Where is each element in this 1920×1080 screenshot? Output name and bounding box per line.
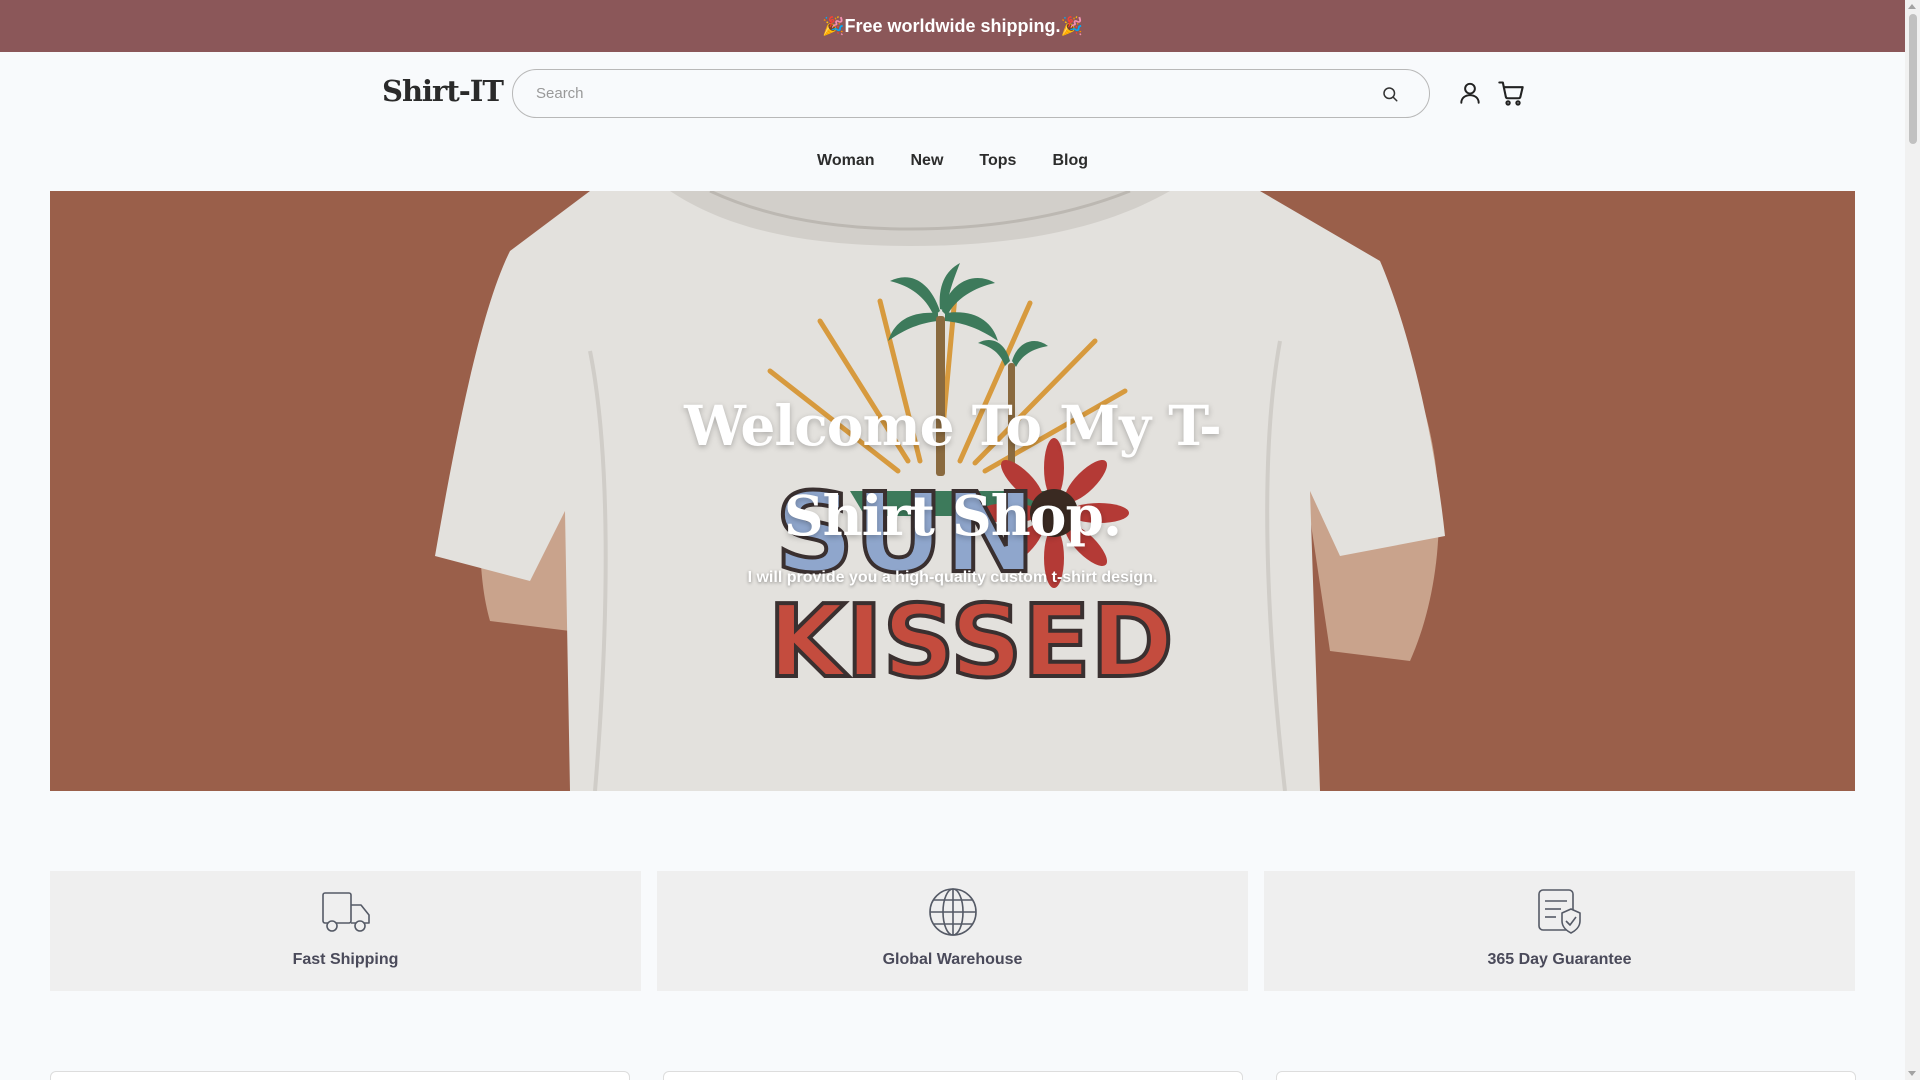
product-card[interactable] <box>50 1071 630 1080</box>
shirt-print-kissed: KISSED <box>768 583 1174 700</box>
product-card[interactable] <box>1276 1071 1856 1080</box>
hero-title: Welcome To My T-Shirt Shop. <box>684 393 1222 548</box>
scroll-up-arrow-icon[interactable] <box>1908 4 1916 9</box>
hero-subtitle: I will provide you a high-quality custom… <box>747 569 1158 586</box>
truck-icon <box>321 892 370 932</box>
features-row: Fast Shipping Global Warehouse 365 Day G… <box>50 871 1855 991</box>
cart-icon[interactable] <box>1497 79 1525 107</box>
nav-item-blog[interactable]: Blog <box>1052 152 1088 170</box>
globe-icon <box>928 888 977 936</box>
search-input[interactable] <box>536 85 1356 102</box>
announcement-text: Free worldwide shipping. <box>844 15 1061 36</box>
nav-item-woman[interactable]: Woman <box>817 152 874 170</box>
product-card[interactable] <box>663 1071 1243 1080</box>
feature-label: 365 Day Guarantee <box>1487 951 1632 968</box>
main-nav: Woman New Tops Blog <box>0 152 1905 170</box>
page-scrollbar[interactable] <box>1905 0 1920 1080</box>
party-popper-icon: 🎉 <box>822 15 845 36</box>
guarantee-icon <box>1537 889 1581 934</box>
site-logo[interactable]: Shirt-IT <box>382 74 504 108</box>
product-cards-row <box>50 1071 1856 1080</box>
site-header: Shirt-IT Woman New Tops Blog <box>0 52 1905 192</box>
feature-fast-shipping: Fast Shipping <box>50 871 641 991</box>
user-icon[interactable] <box>1457 80 1483 106</box>
nav-item-tops[interactable]: Tops <box>979 152 1016 170</box>
party-popper-icon: 🎉 <box>1060 15 1083 36</box>
nav-item-new[interactable]: New <box>911 152 944 170</box>
scroll-down-arrow-icon[interactable] <box>1908 1071 1916 1076</box>
search-bar <box>512 69 1430 118</box>
hero-text: Welcome To My T-Shirt Shop. I will provi… <box>50 381 1855 587</box>
feature-label: Global Warehouse <box>882 951 1023 968</box>
scrollbar-thumb[interactable] <box>1909 14 1917 144</box>
announcement-bar: 🎉 Free worldwide shipping. 🎉 <box>0 0 1905 52</box>
feature-label: Fast Shipping <box>292 951 399 968</box>
hero-banner[interactable]: SUN KISSED Welcome To My T-Shirt Shop. I… <box>50 191 1855 791</box>
search-icon[interactable] <box>1381 85 1399 103</box>
feature-365-day-guarantee: 365 Day Guarantee <box>1264 871 1855 991</box>
feature-global-warehouse: Global Warehouse <box>657 871 1248 991</box>
